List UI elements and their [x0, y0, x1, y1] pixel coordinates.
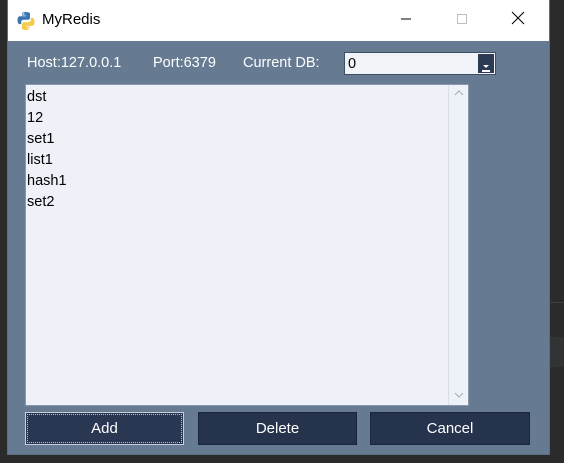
- list-item[interactable]: dst: [27, 87, 67, 108]
- list-item[interactable]: set2: [27, 192, 67, 213]
- list-item[interactable]: list1: [27, 150, 67, 171]
- background-divider: [549, 302, 564, 303]
- scroll-down-icon[interactable]: [453, 391, 465, 401]
- db-select[interactable]: 0: [344, 52, 496, 75]
- maximize-icon: [456, 12, 468, 30]
- chevron-down-icon[interactable]: [478, 54, 494, 73]
- list-item[interactable]: 12: [27, 108, 67, 129]
- keys-list: dst 12 set1 list1 hash1 set2: [27, 87, 67, 213]
- list-item[interactable]: hash1: [27, 171, 67, 192]
- delete-button[interactable]: Delete: [198, 412, 357, 445]
- current-db-label: Current DB:: [243, 55, 320, 71]
- list-item[interactable]: set1: [27, 129, 67, 150]
- background-panel: [549, 337, 564, 367]
- close-icon: [511, 11, 525, 30]
- cancel-button[interactable]: Cancel: [370, 412, 530, 445]
- maximize-button[interactable]: [434, 0, 490, 41]
- minimize-button[interactable]: [378, 0, 434, 41]
- vertical-scrollbar[interactable]: [448, 85, 468, 405]
- python-icon: [16, 11, 36, 31]
- minimize-icon: [400, 12, 412, 30]
- host-label: Host:127.0.0.1: [27, 55, 122, 71]
- title-bar: MyRedis: [8, 0, 549, 41]
- background-ide-strip: [549, 0, 564, 463]
- myredis-window: MyRedis Host:127.0.0.1 Port:6379 Current…: [8, 0, 549, 454]
- db-select-value: 0: [348, 56, 357, 72]
- add-button[interactable]: Add: [25, 412, 184, 445]
- window-title: MyRedis: [42, 11, 101, 28]
- close-button[interactable]: [490, 0, 546, 41]
- scroll-up-icon[interactable]: [453, 89, 465, 99]
- keys-listbox[interactable]: dst 12 set1 list1 hash1 set2: [25, 84, 469, 406]
- port-label: Port:6379: [153, 55, 216, 71]
